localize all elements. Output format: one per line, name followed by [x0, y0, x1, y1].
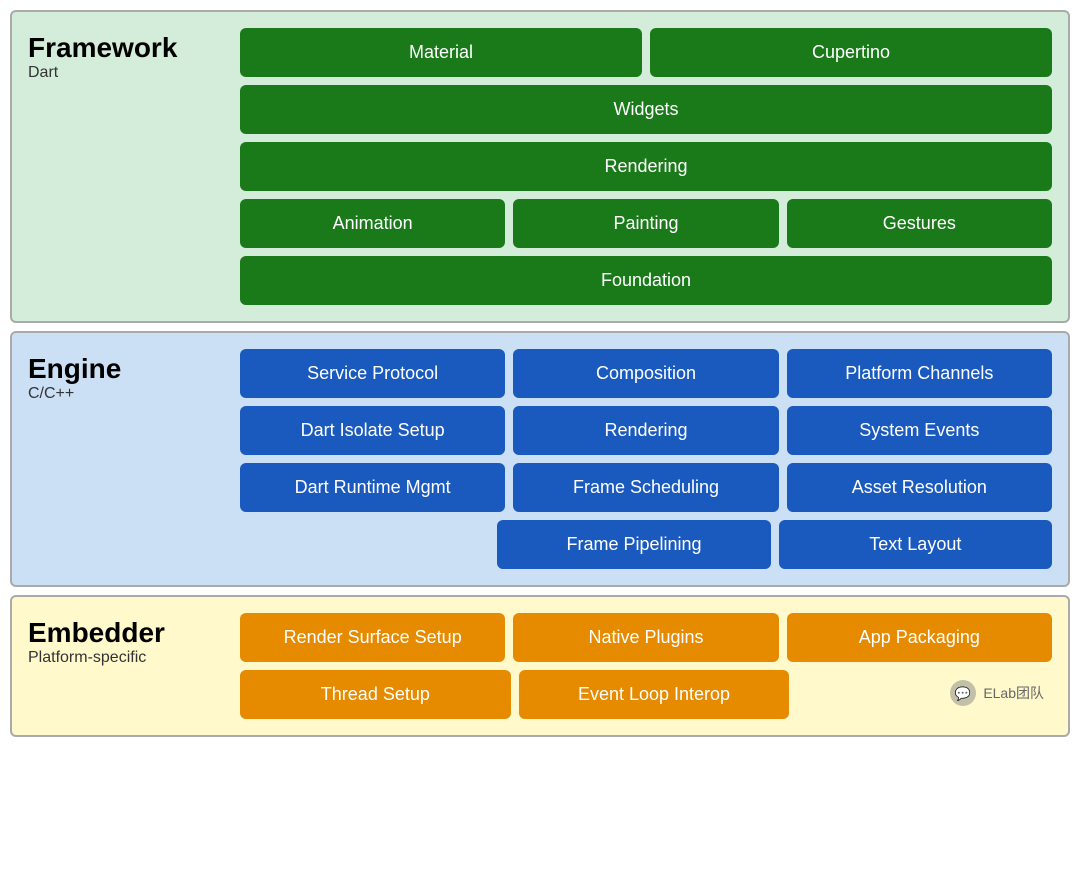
engine-btn-frame-scheduling[interactable]: Frame Scheduling	[513, 463, 778, 512]
framework-section: Framework Dart Material Cupertino Widget…	[10, 10, 1070, 323]
engine-row-2: Dart Isolate Setup Rendering System Even…	[240, 406, 1052, 455]
embedder-btn-thread-setup[interactable]: Thread Setup	[240, 670, 511, 719]
engine-btn-dart-runtime-mgmt[interactable]: Dart Runtime Mgmt	[240, 463, 505, 512]
embedder-label: Embedder Platform-specific	[28, 613, 228, 719]
framework-row-3: Rendering	[240, 142, 1052, 191]
engine-btn-service-protocol[interactable]: Service Protocol	[240, 349, 505, 398]
engine-title: Engine	[28, 353, 228, 385]
embedder-btn-native-plugins[interactable]: Native Plugins	[513, 613, 778, 662]
engine-row-3: Dart Runtime Mgmt Frame Scheduling Asset…	[240, 463, 1052, 512]
embedder-subtitle: Platform-specific	[28, 649, 228, 667]
framework-btn-foundation[interactable]: Foundation	[240, 256, 1052, 305]
framework-title: Framework	[28, 32, 228, 64]
framework-row-4: Animation Painting Gestures	[240, 199, 1052, 248]
engine-content: Service Protocol Composition Platform Ch…	[240, 349, 1052, 569]
embedder-row-1: Render Surface Setup Native Plugins App …	[240, 613, 1052, 662]
framework-btn-cupertino[interactable]: Cupertino	[650, 28, 1052, 77]
engine-btn-system-events[interactable]: System Events	[787, 406, 1052, 455]
framework-label: Framework Dart	[28, 28, 228, 305]
framework-btn-animation[interactable]: Animation	[240, 199, 505, 248]
embedder-btn-render-surface-setup[interactable]: Render Surface Setup	[240, 613, 505, 662]
framework-content: Material Cupertino Widgets Rendering Ani…	[240, 28, 1052, 305]
embedder-title: Embedder	[28, 617, 228, 649]
embedder-section: Embedder Platform-specific Render Surfac…	[10, 595, 1070, 737]
engine-btn-rendering[interactable]: Rendering	[513, 406, 778, 455]
engine-btn-text-layout[interactable]: Text Layout	[779, 520, 1052, 569]
embedder-content: Render Surface Setup Native Plugins App …	[240, 613, 1052, 719]
framework-btn-gestures[interactable]: Gestures	[787, 199, 1052, 248]
framework-btn-widgets[interactable]: Widgets	[240, 85, 1052, 134]
engine-btn-platform-channels[interactable]: Platform Channels	[787, 349, 1052, 398]
framework-subtitle: Dart	[28, 64, 228, 82]
framework-row-5: Foundation	[240, 256, 1052, 305]
engine-btn-composition[interactable]: Composition	[513, 349, 778, 398]
embedder-row-2: Thread Setup Event Loop Interop 💬 ELab团队	[240, 670, 1052, 719]
framework-row-2: Widgets	[240, 85, 1052, 134]
main-container: Framework Dart Material Cupertino Widget…	[0, 0, 1080, 747]
engine-btn-dart-isolate-setup[interactable]: Dart Isolate Setup	[240, 406, 505, 455]
embedder-btn-event-loop-interop[interactable]: Event Loop Interop	[519, 670, 790, 719]
wechat-icon: 💬	[949, 679, 977, 707]
embedder-btn-app-packaging[interactable]: App Packaging	[787, 613, 1052, 662]
framework-btn-material[interactable]: Material	[240, 28, 642, 77]
engine-label: Engine C/C++	[28, 349, 228, 569]
engine-row-4: Frame Pipelining Text Layout	[240, 520, 1052, 569]
engine-subtitle: C/C++	[28, 385, 228, 403]
engine-btn-frame-pipelining[interactable]: Frame Pipelining	[497, 520, 770, 569]
framework-btn-rendering[interactable]: Rendering	[240, 142, 1052, 191]
svg-text:💬: 💬	[955, 686, 971, 701]
engine-section: Engine C/C++ Service Protocol Compositio…	[10, 331, 1070, 587]
engine-row-1: Service Protocol Composition Platform Ch…	[240, 349, 1052, 398]
engine-btn-asset-resolution[interactable]: Asset Resolution	[787, 463, 1052, 512]
framework-row-1: Material Cupertino	[240, 28, 1052, 77]
framework-btn-painting[interactable]: Painting	[513, 199, 778, 248]
watermark-text: ELab团队	[983, 683, 1044, 703]
watermark-container: 💬 ELab团队	[797, 670, 1052, 719]
